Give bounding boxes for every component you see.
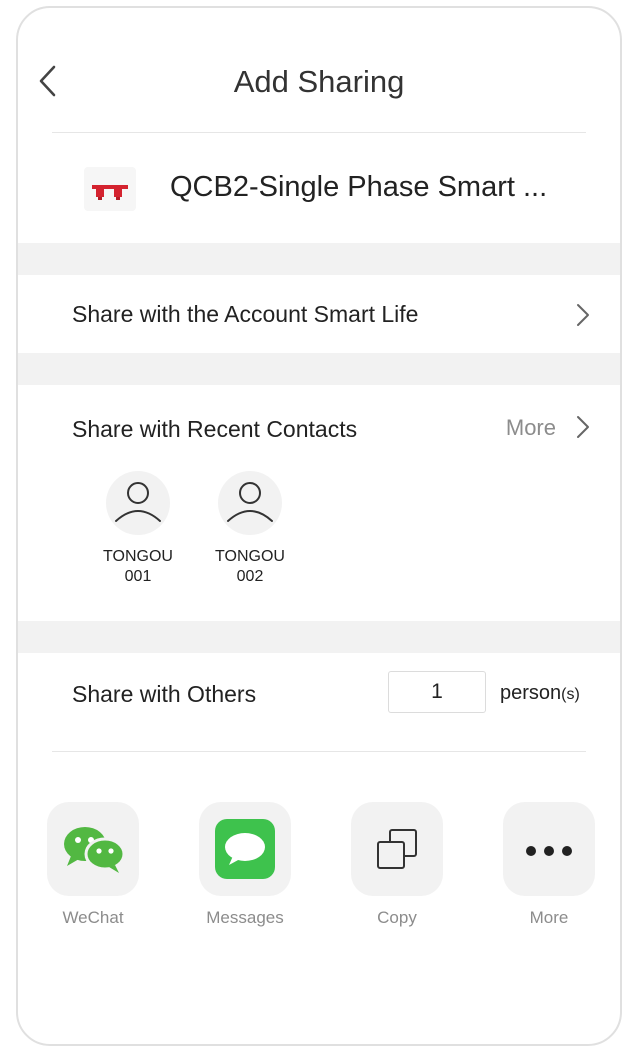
wechat-icon bbox=[64, 827, 126, 873]
copy-icon bbox=[377, 829, 417, 869]
person-count-input[interactable]: 1 bbox=[388, 671, 486, 713]
breaker-icon bbox=[92, 185, 128, 200]
messages-icon bbox=[215, 819, 275, 879]
contact-item[interactable]: TONGOU 001 bbox=[88, 471, 188, 587]
contact-name: TONGOU 001 bbox=[88, 547, 188, 587]
recent-contacts-section: Share with Recent Contacts More TONGOU 0… bbox=[18, 385, 620, 621]
more-tile bbox=[503, 802, 595, 896]
recent-contacts-label: Share with Recent Contacts bbox=[72, 416, 358, 442]
chevron-right-icon bbox=[577, 416, 589, 438]
wechat-tile bbox=[47, 802, 139, 896]
section-gap bbox=[18, 621, 620, 653]
recent-contacts-more-link[interactable]: More bbox=[480, 411, 590, 441]
share-label: WeChat bbox=[62, 908, 124, 927]
share-with-others-label: Share with Others bbox=[72, 681, 257, 707]
device-thumbnail bbox=[84, 167, 136, 211]
copy-tile bbox=[351, 802, 443, 896]
contact-item[interactable]: TONGOU 002 bbox=[200, 471, 300, 587]
contact-name-line1: TONGOU bbox=[103, 548, 173, 565]
avatar bbox=[218, 471, 282, 535]
share-with-account-label: Share with the Account Smart Life bbox=[72, 301, 419, 327]
person-unit-label: person(s) bbox=[500, 682, 580, 705]
device-row: QCB2-Single Phase Smart ... bbox=[18, 133, 620, 243]
chevron-right-icon bbox=[577, 304, 589, 326]
share-label: Copy bbox=[377, 908, 417, 927]
share-divider bbox=[52, 751, 586, 752]
user-icon bbox=[227, 482, 273, 522]
share-wechat-button[interactable]: WeChat bbox=[46, 802, 140, 928]
contact-name-line2: 001 bbox=[124, 568, 152, 585]
share-messages-button[interactable]: Messages bbox=[198, 802, 292, 928]
device-name: QCB2-Single Phase Smart ... bbox=[170, 171, 548, 203]
share-with-others-row: Share with Others 1 person(s) bbox=[18, 653, 620, 751]
header: Add Sharing bbox=[18, 8, 620, 132]
user-icon bbox=[115, 482, 161, 522]
page-title: Add Sharing bbox=[233, 64, 405, 99]
more-dots-icon bbox=[526, 846, 572, 856]
section-gap bbox=[18, 243, 620, 275]
section-gap bbox=[18, 353, 620, 385]
more-label: More bbox=[505, 415, 556, 440]
avatar bbox=[106, 471, 170, 535]
contact-name-line2: 002 bbox=[236, 568, 264, 585]
contact-name-line1: TONGOU bbox=[215, 548, 285, 565]
person-unit-suffix: (s) bbox=[561, 686, 580, 703]
share-more-button[interactable]: More bbox=[502, 802, 596, 928]
share-label: Messages bbox=[206, 908, 284, 927]
phone-frame: Add Sharing QCB2-Single Phase Smart ... … bbox=[16, 6, 622, 1046]
messages-tile bbox=[199, 802, 291, 896]
share-with-account-row[interactable]: Share with the Account Smart Life bbox=[18, 275, 620, 353]
person-unit-main: person bbox=[500, 682, 562, 704]
share-label: More bbox=[529, 908, 569, 927]
share-copy-button[interactable]: Copy bbox=[350, 802, 444, 928]
contact-name: TONGOU 002 bbox=[200, 547, 300, 587]
